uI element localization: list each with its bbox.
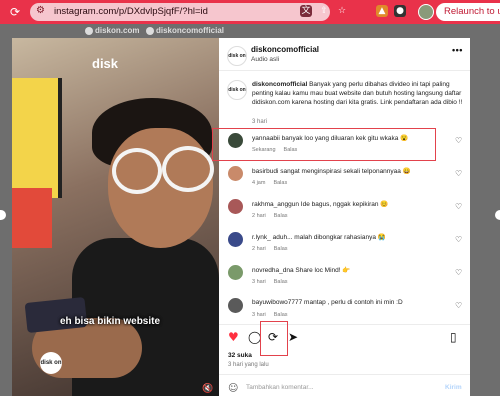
divider — [219, 374, 470, 375]
site-dot-icon — [85, 27, 93, 35]
comment-body: mantap , perlu di contoh ini min :D — [304, 299, 403, 306]
site-dot-2-icon — [146, 27, 154, 35]
strip-right-label: diskoncomofficial — [156, 26, 225, 35]
comment-time: 3 hari — [252, 312, 266, 318]
comment-meta: 2 hari Balas — [252, 213, 296, 219]
comment-item: r.lynk_ aduh... malah dibongkar rahasian… — [219, 229, 470, 261]
divider — [219, 324, 470, 325]
comment-body: aduh... malah dibongkar rahasianya 😭 — [272, 234, 386, 241]
caption: diskoncomofficial Banyak yang perlu diba… — [252, 80, 467, 107]
commenter-avatar[interactable] — [228, 166, 243, 181]
bookmark-star-icon[interactable]: ☆ — [336, 5, 348, 17]
comment-item: novredha_dna Share loc Mind! 👉 3 hari Bala… — [219, 262, 470, 294]
poster — [12, 78, 62, 198]
address-bar[interactable]: ⚙ instagram.com/p/DXdvlpSjqfF/?hl=id — [30, 3, 330, 21]
comment-time: 2 hari — [252, 246, 266, 252]
comment-like-icon[interactable]: ♡ — [455, 235, 462, 244]
commenter-username[interactable]: novredha_dna — [252, 267, 294, 274]
action-bar: ♥ ◯ ⟳ ➤ ▯ — [219, 328, 470, 348]
like-heart-icon[interactable]: ♥ — [228, 330, 239, 344]
comment-like-icon[interactable]: ♡ — [455, 301, 462, 310]
author-avatar[interactable]: disk on — [227, 46, 247, 66]
url-text: instagram.com/p/DXdvlpSjqfF/?hl=id — [54, 6, 208, 17]
comment-meta: 2 hari Balas — [252, 246, 296, 252]
translate-icon[interactable]: 文 — [300, 5, 312, 17]
comment-input[interactable]: Tambahkan komentar... — [246, 384, 314, 391]
comment-time: 3 hari — [252, 279, 266, 285]
commenter-username[interactable]: basirbudi — [252, 168, 278, 175]
glasses-right — [162, 146, 214, 192]
commenter-avatar[interactable] — [228, 265, 243, 280]
caption-avatar[interactable]: disk on — [227, 80, 247, 100]
phone — [24, 296, 88, 334]
highlight-box-comment — [212, 128, 436, 161]
relaunch-button[interactable]: Relaunch to upd — [436, 3, 500, 21]
comment-meta: 3 hari Balas — [252, 312, 296, 318]
prev-arrow-icon[interactable] — [0, 210, 6, 220]
video-watermark: disk — [92, 56, 119, 71]
highlight-box-repost — [260, 321, 288, 356]
site-info-icon[interactable]: ⚙ — [36, 5, 45, 16]
commenter-username[interactable]: rakhma_anggun — [252, 201, 299, 208]
reply-button[interactable]: Balas — [274, 246, 288, 252]
comment-text: basirbudi sangat menginspirasi sekali te… — [252, 167, 448, 175]
comment-like-icon[interactable]: ♡ — [455, 202, 462, 211]
reply-button[interactable]: Balas — [273, 180, 287, 186]
extension-icon[interactable]: ▲ — [376, 5, 388, 17]
post-time: 3 hari yang lalu — [228, 362, 269, 368]
comment-body: Share loc Mind! 👉 — [295, 267, 351, 274]
relaunch-label: Relaunch to upd — [444, 6, 500, 17]
comment-body: Ide bagus, nggak kepikiran 😊 — [300, 201, 389, 208]
browser-toolbar: ⟳ ⚙ instagram.com/p/DXdvlpSjqfF/?hl=id 文… — [0, 0, 500, 24]
reload-icon[interactable]: ⟳ — [8, 4, 22, 20]
post-panel: disk on diskoncomofficial Audio asli • •… — [219, 38, 470, 396]
comment-text: r.lynk_ aduh... malah dibongkar rahasian… — [252, 233, 448, 241]
author-username[interactable]: diskoncomofficial — [251, 45, 319, 54]
share-icon[interactable]: ⇪ — [318, 5, 330, 17]
commenter-avatar[interactable] — [228, 199, 243, 214]
audio-label[interactable]: Audio asli — [251, 56, 279, 63]
comment-like-icon[interactable]: ♡ — [455, 169, 462, 178]
commenter-username[interactable]: bayuwibowo7777 — [252, 299, 302, 306]
comment-meta: 3 hari Balas — [252, 279, 296, 285]
video-logo: disk on — [40, 352, 62, 374]
comment-time: 2 hari — [252, 213, 266, 219]
emoji-icon[interactable]: ☺ — [228, 383, 238, 394]
reply-button[interactable]: Balas — [274, 312, 288, 318]
glasses-left — [112, 148, 162, 194]
comment-text: bayuwibowo7777 mantap , perlu di contoh … — [252, 299, 448, 306]
comment-text: novredha_dna Share loc Mind! 👉 — [252, 266, 448, 274]
comment-item: basirbudi sangat menginspirasi sekali te… — [219, 163, 470, 195]
more-options-icon[interactable]: • • • — [452, 45, 463, 55]
extension-2-icon[interactable]: ● — [394, 5, 406, 17]
profile-avatar[interactable] — [418, 4, 434, 20]
commenter-avatar[interactable] — [228, 232, 243, 247]
share-send-icon[interactable]: ➤ — [288, 330, 298, 344]
video-caption: eh bisa bikin website — [60, 316, 161, 327]
reply-button[interactable]: Balas — [274, 279, 288, 285]
commenter-username[interactable]: r.lynk_ — [252, 234, 271, 241]
comment-time: 4 jam — [252, 180, 266, 186]
comment-item: bayuwibowo7777 mantap , perlu di contoh … — [219, 295, 470, 327]
comment-meta: 4 jam Balas — [252, 180, 295, 186]
post-comment-button[interactable]: Kirim — [445, 384, 462, 391]
video-player[interactable]: disk eh bisa bikin website disk on 🔇 — [12, 38, 219, 396]
save-bookmark-icon[interactable]: ▯ — [450, 330, 457, 344]
next-arrow-icon[interactable] — [495, 210, 500, 220]
caption-username[interactable]: diskoncomofficial — [252, 81, 307, 88]
divider — [219, 70, 470, 71]
caption-time: 3 hari — [252, 119, 268, 125]
mute-icon[interactable]: 🔇 — [202, 384, 213, 394]
page-top-strip: diskon.com diskoncomofficial — [0, 24, 500, 38]
comment-body: sangat menginspirasi sekali telponannyaa… — [280, 168, 411, 175]
comment-like-icon[interactable]: ♡ — [455, 268, 462, 277]
poster-red — [12, 188, 52, 248]
comment-item: rakhma_anggun Ide bagus, nggak kepikiran… — [219, 196, 470, 228]
comment-text: rakhma_anggun Ide bagus, nggak kepikiran… — [252, 200, 448, 208]
like-count[interactable]: 32 suka — [228, 352, 252, 359]
strip-left-label: diskon.com — [95, 26, 140, 35]
reply-button[interactable]: Balas — [274, 213, 288, 219]
commenter-avatar[interactable] — [228, 298, 243, 313]
comment-like-icon[interactable]: ♡ — [455, 136, 462, 145]
